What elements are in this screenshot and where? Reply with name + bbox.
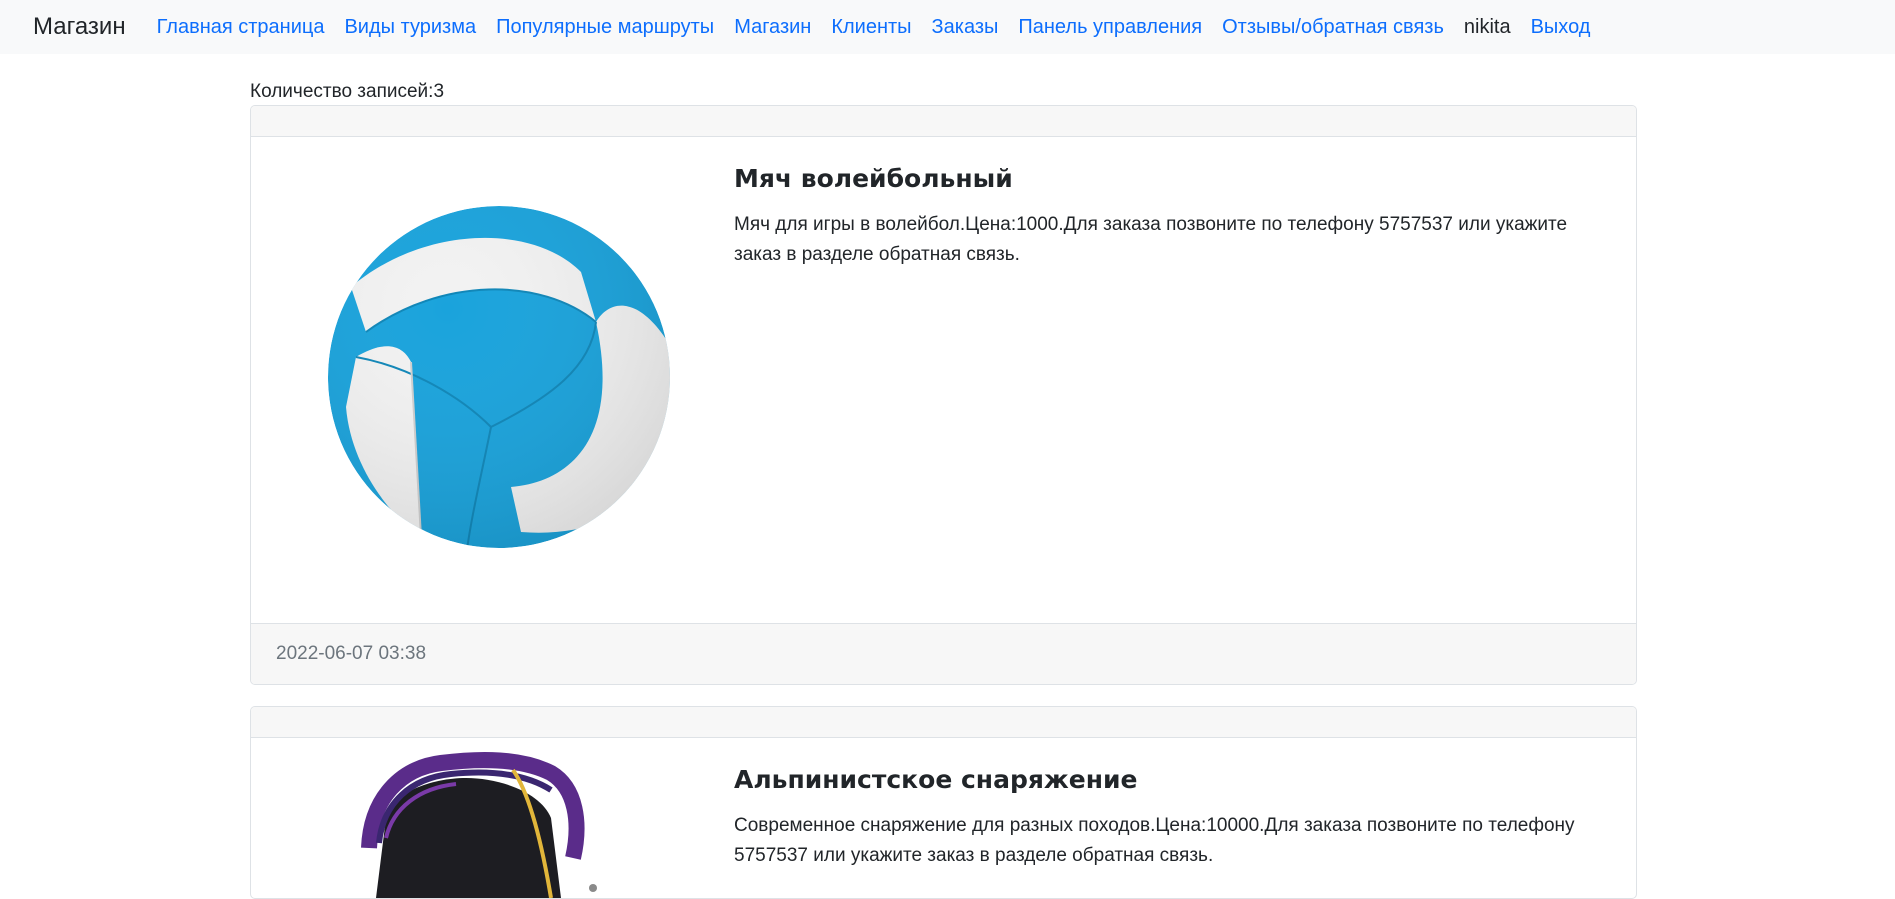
card-text: Альпинистское снаряжение Современное сна… xyxy=(734,738,1636,898)
nav-tourism-types[interactable]: Виды туризма xyxy=(344,16,476,39)
brand-link[interactable]: Магазин xyxy=(33,15,126,39)
records-count: Количество записей:3 xyxy=(250,81,445,102)
product-title: Мяч волейбольный xyxy=(734,164,1013,193)
volleyball-image xyxy=(251,137,734,623)
nav-feedback[interactable]: Отзывы/обратная связь xyxy=(1222,16,1444,39)
volleyball-icon xyxy=(328,206,670,548)
card-body: Мяч волейбольный Мяч для игры в волейбол… xyxy=(251,137,1636,623)
main-content: Количество записей:3 Мяч волейбольный Мя… xyxy=(250,78,1637,899)
card-header xyxy=(251,106,1636,137)
nav-orders[interactable]: Заказы xyxy=(932,16,999,39)
climbing-gear-image xyxy=(251,738,734,898)
product-title: Альпинистское снаряжение xyxy=(734,765,1138,794)
product-card: Альпинистское снаряжение Современное сна… xyxy=(250,706,1637,899)
nav-clients[interactable]: Клиенты xyxy=(831,16,911,39)
product-description: Современное снаряжение для разных походо… xyxy=(734,815,1575,866)
product-card: Мяч волейбольный Мяч для игры в волейбол… xyxy=(250,105,1637,685)
card-footer: 2022-06-07 03:38 xyxy=(251,623,1636,684)
product-date: 2022-06-07 03:38 xyxy=(276,643,427,664)
nav-username: nikita xyxy=(1463,15,1511,38)
card-header xyxy=(251,707,1636,738)
card-text: Мяч волейбольный Мяч для игры в волейбол… xyxy=(734,137,1636,623)
card-body: Альпинистское снаряжение Современное сна… xyxy=(251,738,1636,898)
product-description: Мяч для игры в волейбол.Цена:1000.Для за… xyxy=(734,214,1568,265)
climbing-gear-icon xyxy=(361,752,597,898)
nav-logout[interactable]: Выход xyxy=(1531,16,1591,39)
nav-popular-routes[interactable]: Популярные маршруты xyxy=(496,16,714,39)
nav-shop[interactable]: Магазин xyxy=(734,16,811,39)
top-navbar: Магазин Главная страница Виды туризма По… xyxy=(0,0,1895,54)
nav-home[interactable]: Главная страница xyxy=(157,16,325,39)
nav-dashboard[interactable]: Панель управления xyxy=(1018,16,1202,39)
